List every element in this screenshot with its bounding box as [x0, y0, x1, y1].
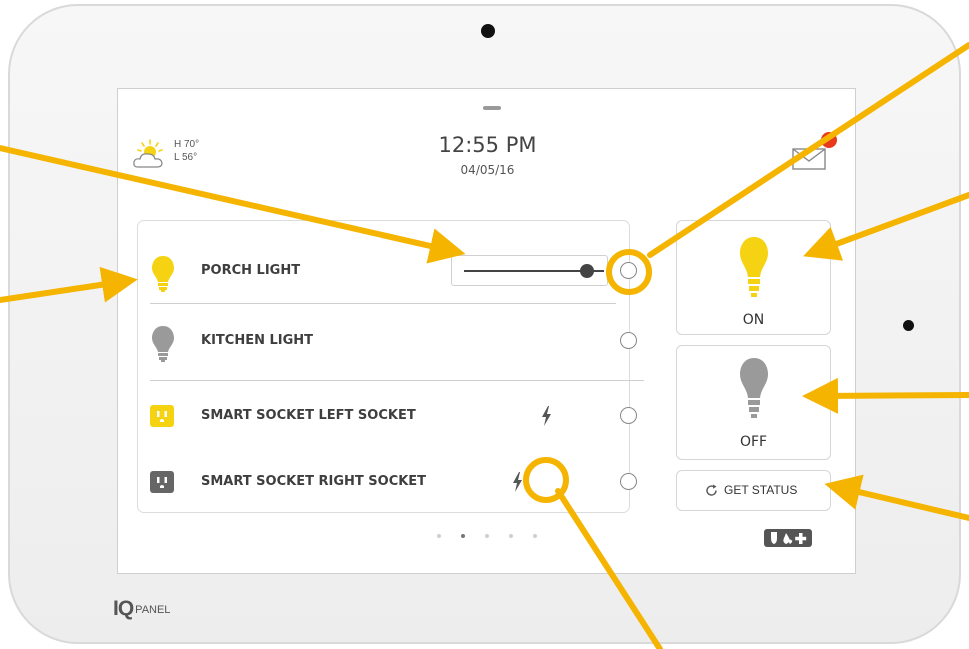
device-label: PORCH LIGHT	[201, 263, 301, 278]
get-status-label: GET STATUS	[724, 483, 798, 497]
clock-date: 04/05/16	[460, 163, 515, 177]
pull-down-handle[interactable]	[483, 106, 501, 110]
dimmer-slider[interactable]	[451, 255, 608, 286]
page-dot-active[interactable]	[461, 534, 465, 538]
list-item[interactable]: SMART SOCKET RIGHT SOCKET	[138, 452, 637, 512]
device-select-radio[interactable]	[620, 407, 637, 424]
list-item[interactable]: KITCHEN LIGHT	[138, 311, 637, 371]
on-label: ON	[742, 312, 765, 328]
device-select-radio[interactable]	[620, 262, 637, 279]
page-dot[interactable]	[485, 534, 489, 538]
emergency-icon	[771, 532, 807, 544]
bolt-icon	[542, 406, 551, 426]
section-divider	[150, 380, 644, 381]
socket-icon	[150, 405, 174, 427]
turn-on-button[interactable]: ON	[676, 220, 831, 335]
turn-off-button[interactable]: OFF	[676, 345, 831, 460]
iq-panel-logo: IQ PANEL	[113, 597, 170, 621]
refresh-icon	[706, 484, 717, 496]
off-label: OFF	[739, 434, 768, 450]
bulb-icon	[152, 326, 174, 362]
device-select-radio[interactable]	[620, 332, 637, 349]
device-list-card: PORCH LIGHT KITCHEN LIGHT SMART SOCKET L…	[137, 220, 644, 513]
touch-screen: H 70° L 56° 12:55 PM 04/05/16 PORCH LIGH…	[117, 88, 856, 574]
logo-mark: IQ	[113, 597, 134, 620]
page-dot[interactable]	[509, 534, 513, 538]
list-item[interactable]: PORCH LIGHT	[138, 241, 637, 301]
list-item[interactable]: SMART SOCKET LEFT SOCKET	[138, 386, 637, 446]
bulb-off-icon	[740, 358, 768, 418]
bulb-icon	[152, 256, 174, 292]
emergency-button[interactable]	[764, 529, 812, 547]
clock-time: 12:55 PM	[438, 133, 537, 157]
side-sensor	[903, 320, 914, 331]
mail-notification-badge	[821, 132, 837, 148]
device-label: SMART SOCKET LEFT SOCKET	[201, 408, 416, 423]
slider-knob[interactable]	[580, 264, 595, 278]
socket-icon	[150, 471, 174, 493]
page-dot[interactable]	[533, 534, 537, 538]
device-label: KITCHEN LIGHT	[201, 333, 314, 348]
device-label: SMART SOCKET RIGHT SOCKET	[201, 474, 427, 489]
logo-text: PANEL	[135, 604, 171, 616]
row-divider	[150, 303, 616, 304]
device-select-radio[interactable]	[620, 473, 637, 490]
page-dot[interactable]	[437, 534, 441, 538]
camera-lens	[481, 24, 495, 38]
bulb-on-icon	[740, 237, 768, 297]
bolt-icon	[513, 472, 522, 492]
get-status-button[interactable]: GET STATUS	[676, 470, 831, 511]
